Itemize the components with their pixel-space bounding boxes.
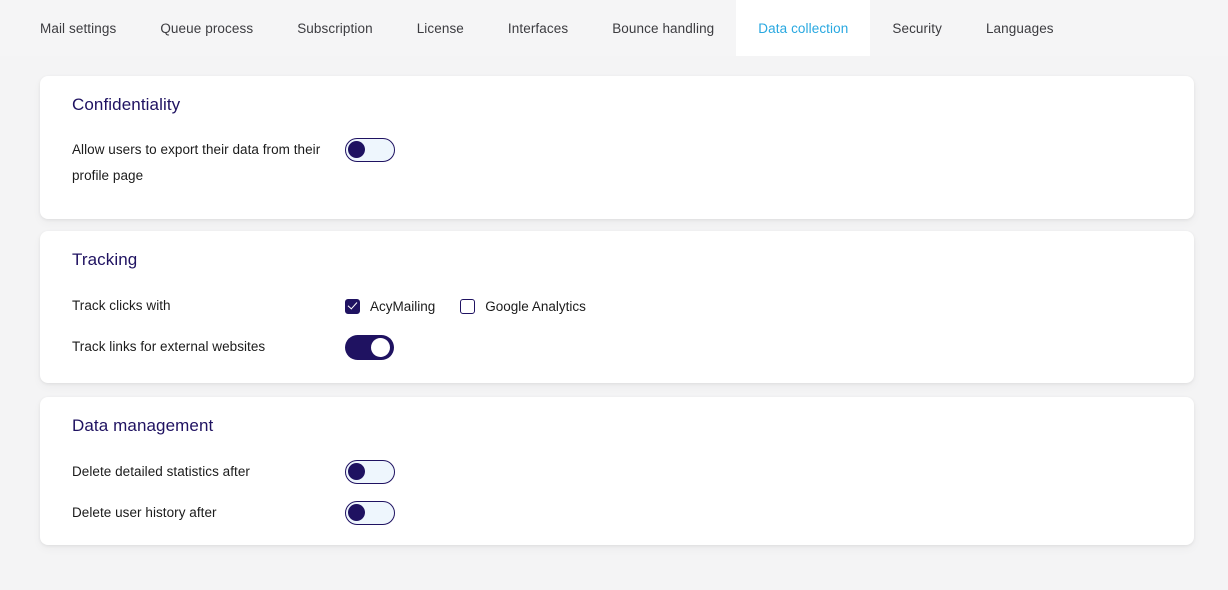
settings-content: Confidentiality Allow users to export th… (0, 56, 1228, 590)
data-management-title: Data management (72, 416, 214, 435)
tab-interfaces[interactable]: Interfaces (486, 0, 590, 56)
data-management-card: Data management Delete detailed statisti… (40, 397, 1194, 545)
toggle-knob (348, 504, 365, 521)
checkbox-acymailing-label: AcyMailing (370, 298, 436, 314)
settings-tab-bar: Mail settings Queue process Subscription… (0, 0, 1228, 56)
track-links-row: Track links for external websites (72, 334, 1174, 360)
tab-queue-process[interactable]: Queue process (138, 0, 275, 56)
tab-data-collection[interactable]: Data collection (736, 0, 871, 56)
toggle-knob (371, 337, 390, 357)
checkbox-acymailing-box[interactable] (345, 298, 360, 314)
track-links-label: Track links for external websites (72, 339, 266, 354)
checkbox-google-analytics-box[interactable] (460, 298, 476, 314)
allow-export-control (345, 137, 395, 163)
allow-export-toggle[interactable] (345, 138, 395, 162)
delete-history-control (345, 500, 395, 526)
tracking-card: Tracking Track clicks with AcyMailing Go… (40, 231, 1194, 383)
track-clicks-row: Track clicks with AcyMailing Google Anal… (72, 293, 1174, 319)
tab-label: Interfaces (507, 20, 569, 36)
tab-subscription[interactable]: Subscription (275, 0, 395, 56)
checkbox-google-analytics[interactable]: Google Analytics (460, 298, 586, 314)
tab-label: Languages (985, 20, 1054, 36)
toggle-knob (348, 463, 365, 480)
tab-languages[interactable]: Languages (964, 0, 1076, 56)
delete-statistics-toggle[interactable] (345, 460, 395, 484)
tracking-title: Tracking (72, 250, 138, 269)
tab-label: Security (892, 20, 942, 36)
tab-label: Data collection (758, 20, 849, 36)
confidentiality-card: Confidentiality Allow users to export th… (40, 76, 1194, 219)
tab-label: License (416, 20, 464, 36)
check-icon (347, 299, 358, 310)
allow-export-label: Allow users to export their data from th… (72, 142, 321, 183)
delete-statistics-control (345, 459, 395, 485)
delete-history-row: Delete user history after (72, 500, 1174, 526)
track-clicks-label: Track clicks with (72, 298, 171, 313)
confidentiality-title: Confidentiality (72, 95, 181, 114)
delete-statistics-row: Delete detailed statistics after (72, 459, 1174, 485)
track-links-control (345, 334, 394, 360)
track-clicks-checkbox-group: AcyMailing Google Analytics (345, 293, 586, 319)
allow-export-row: Allow users to export their data from th… (72, 137, 1174, 189)
tab-label: Bounce handling (612, 20, 715, 36)
checkbox-google-analytics-label: Google Analytics (485, 298, 586, 314)
tab-license[interactable]: License (395, 0, 486, 56)
checkbox-acymailing[interactable]: AcyMailing (345, 298, 436, 314)
delete-history-toggle[interactable] (345, 501, 395, 525)
tab-label: Queue process (160, 20, 254, 36)
delete-statistics-label: Delete detailed statistics after (72, 464, 250, 479)
tab-security[interactable]: Security (870, 0, 964, 56)
tab-bounce-handling[interactable]: Bounce handling (590, 0, 736, 56)
tab-mail-settings[interactable]: Mail settings (18, 0, 138, 56)
tab-label: Mail settings (40, 20, 117, 36)
track-links-toggle[interactable] (345, 334, 394, 360)
tab-label: Subscription (297, 20, 373, 36)
delete-history-label: Delete user history after (72, 505, 217, 520)
toggle-knob (348, 141, 365, 158)
